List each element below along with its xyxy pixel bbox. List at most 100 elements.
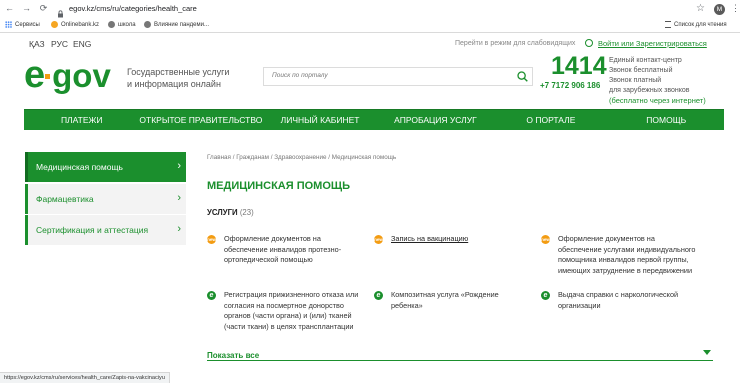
tagline-line: и информация онлайн — [127, 79, 221, 89]
service-line: органов (части органа) и (или) тканей — [224, 311, 352, 320]
sidebar-item-label: Медицинская помощь — [36, 162, 123, 172]
bookmark-school[interactable]: школа — [108, 21, 136, 28]
bookmark-services[interactable]: Сервисы — [5, 21, 40, 28]
sidebar-item-label: Фармацевтика — [36, 194, 94, 204]
e-service-icon: e — [541, 291, 550, 300]
lock-icon[interactable] — [57, 5, 64, 18]
sidebar-item-certification[interactable]: Сертификация и аттестация › — [25, 215, 186, 245]
lang-ru[interactable]: РУС — [51, 39, 68, 49]
nav-help[interactable]: ПОМОЩЬ — [609, 110, 724, 130]
breadcrumb[interactable]: Главная / Гражданам / Здравоохранение / … — [207, 154, 396, 161]
service-line: Оформление документов на — [558, 234, 655, 243]
chevron-right-icon: › — [177, 223, 181, 235]
contact-line: для зарубежных звонков — [609, 87, 690, 94]
nav-service-approbation[interactable]: АПРОБАЦИЯ УСЛУГ — [378, 110, 493, 130]
apps-grid-icon — [5, 21, 12, 28]
service-link-prosthetic[interactable]: Оформление документов на обеспечение инв… — [224, 234, 341, 266]
main-nav: ПЛАТЕЖИ ОТКРЫТОЕ ПРАВИТЕЛЬСТВО ЛИЧНЫЙ КА… — [24, 109, 724, 130]
egov-logo[interactable]: e gov — [24, 52, 124, 98]
sidebar-item-pharmacy[interactable]: Фармацевтика › — [25, 184, 186, 214]
reading-list-label: Список для чтения — [674, 21, 727, 28]
sidebar-item-label: Сертификация и аттестация — [36, 225, 149, 235]
bookmark-onlinebank[interactable]: Onlinebank.kz — [51, 21, 99, 28]
service-line: имеющих затруднение в передвижении — [558, 265, 693, 275]
search-icon[interactable] — [517, 71, 528, 82]
service-link-narcology-certificate[interactable]: Выдача справки с наркологической организ… — [558, 290, 678, 311]
lang-kz[interactable]: ҚАЗ — [29, 39, 45, 49]
service-line: ребенка» — [391, 300, 423, 310]
nav-payments[interactable]: ПЛАТЕЖИ — [24, 110, 139, 130]
address-bar[interactable]: egov.kz/cms/ru/categories/health_care — [69, 4, 197, 13]
nav-open-government[interactable]: ОТКРЫТОЕ ПРАВИТЕЛЬСТВО — [139, 110, 262, 130]
bookmark-pandemic[interactable]: Влияние пандеми... — [144, 21, 209, 28]
status-bar-url: https://egov.kz/cms/ru/services/health_c… — [0, 372, 170, 383]
new-badge-icon: new — [374, 235, 383, 244]
service-line: Композитная услуга «Рождение — [391, 290, 499, 299]
nav-personal-account[interactable]: ЛИЧНЫЙ КАБИНЕТ — [262, 110, 377, 130]
forward-icon[interactable]: → — [21, 3, 32, 14]
contact-info: Единый контакт-центр Звонок бесплатный З… — [609, 56, 690, 96]
lang-en[interactable]: ENG — [73, 39, 91, 49]
bookmark-star-icon[interactable]: ☆ — [696, 3, 705, 14]
tagline-line: Государственные услуги — [127, 67, 230, 77]
services-heading-label: УСЛУГИ — [207, 208, 238, 217]
service-line: обеспечение инвалидов протезно- — [224, 244, 342, 254]
search-box[interactable] — [263, 67, 533, 86]
chevron-right-icon: › — [177, 192, 181, 204]
triangle-down-icon — [703, 350, 711, 355]
onlinebank-icon — [51, 21, 58, 28]
e-service-icon: e — [374, 291, 383, 300]
service-link-vaccination[interactable]: Запись на вакцинацию — [391, 234, 468, 245]
globe-icon — [144, 21, 151, 28]
sidebar-item-medical-care[interactable]: Медицинская помощь › — [25, 152, 186, 182]
contact-line: Единый контакт-центр — [609, 57, 682, 64]
bookmark-label: Onlinebank.kz — [61, 21, 100, 28]
service-line: (части ткани) в целях трансплантации — [224, 321, 354, 331]
service-line: ортопедической помощью — [224, 255, 313, 264]
service-line: обеспечение услугами индивидуального — [558, 244, 696, 254]
reading-list-icon — [665, 21, 671, 28]
contact-line: Звонок платный — [609, 77, 662, 84]
user-icon — [585, 39, 593, 47]
e-service-icon: e — [207, 291, 216, 300]
service-line: Оформление документов на — [224, 234, 321, 243]
logo-e: e — [24, 54, 45, 96]
service-line: Выдача справки с наркологической — [558, 290, 679, 299]
logo-gov: gov — [52, 57, 111, 94]
service-link-child-birth[interactable]: Композитная услуга «Рождение ребенка» — [391, 290, 499, 311]
service-line: организации — [558, 300, 601, 310]
service-link-organ-donation[interactable]: Регистрация прижизненного отказа или сог… — [224, 290, 358, 332]
globe-icon — [108, 21, 115, 28]
new-badge-icon: new — [541, 235, 550, 244]
accessible-mode-link[interactable]: Перейти в режим для слабовидящих — [455, 40, 575, 47]
reading-list[interactable]: Список для чтения — [665, 21, 727, 28]
login-link[interactable]: Войти или Зарегистрироваться — [598, 39, 707, 48]
service-link-personal-assistant[interactable]: Оформление документов на обеспечение усл… — [558, 234, 695, 276]
browser-toolbar: ← → ⟳ egov.kz/cms/ru/categories/health_c… — [0, 0, 740, 20]
bookmarks-bar: Сервисы Onlinebank.kz школа Влияние панд… — [0, 19, 740, 33]
contact-center-number: 1414 — [551, 52, 607, 80]
services-heading: УСЛУГИ (23) — [207, 208, 254, 217]
contact-line: Звонок бесплатный — [609, 67, 673, 74]
contact-free-note: (бесплатно через интернет) — [609, 96, 706, 105]
logo-dot — [45, 74, 51, 79]
service-line: Регистрация прижизненного отказа или — [224, 290, 359, 299]
page-title: МЕДИЦИНСКАЯ ПОМОЩЬ — [207, 180, 350, 192]
service-line: помощника инвалидов первой группы, — [558, 255, 689, 264]
service-line: согласия на посмертное донорство — [224, 300, 344, 310]
bookmark-label: Влияние пандеми... — [154, 21, 209, 28]
bookmark-label: Сервисы — [15, 21, 40, 28]
menu-dots-icon[interactable]: ⋮ — [731, 3, 740, 14]
tagline: Государственные услуги и информация онла… — [127, 66, 229, 90]
show-all-label: Показать все — [207, 351, 260, 360]
services-count: (23) — [239, 208, 254, 217]
avatar[interactable]: M — [714, 4, 725, 15]
contact-phone: +7 7172 906 186 — [540, 81, 601, 90]
back-icon[interactable]: ← — [4, 3, 15, 14]
search-input[interactable] — [270, 71, 509, 80]
reload-icon[interactable]: ⟳ — [38, 3, 49, 14]
nav-about-portal[interactable]: О ПОРТАЛЕ — [493, 110, 608, 130]
chevron-right-icon: › — [177, 160, 181, 172]
show-all-toggle[interactable]: Показать все — [207, 345, 713, 361]
bookmark-label: школа — [118, 21, 136, 28]
